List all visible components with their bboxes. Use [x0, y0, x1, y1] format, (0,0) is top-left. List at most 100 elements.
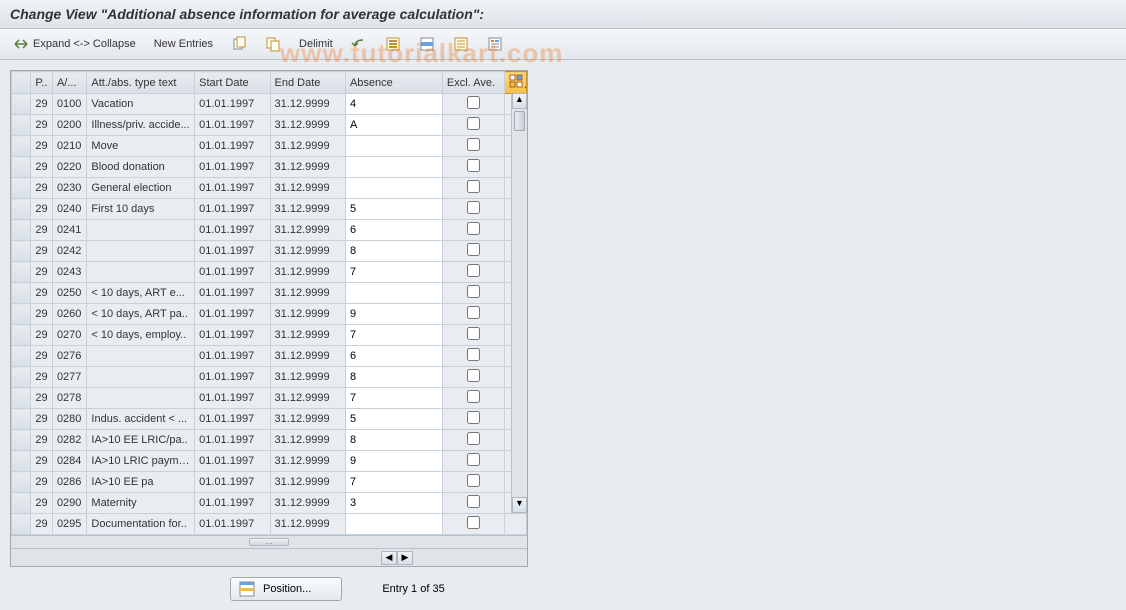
- table-row: 290284IA>10 LRIC payme..01.01.199731.12.…: [12, 451, 527, 472]
- col-header-start[interactable]: Start Date: [195, 72, 270, 94]
- row-selector[interactable]: [12, 304, 31, 325]
- row-selector-header[interactable]: [12, 72, 31, 94]
- col-header-text[interactable]: Att./abs. type text: [87, 72, 195, 94]
- vertical-scrollbar[interactable]: ▲ ▼: [511, 93, 527, 513]
- excl-checkbox[interactable]: [467, 495, 480, 508]
- row-selector[interactable]: [12, 367, 31, 388]
- select-all-button[interactable]: [378, 33, 408, 55]
- col-header-excl[interactable]: Excl. Ave.: [442, 72, 504, 94]
- cell-absence[interactable]: 7: [345, 472, 442, 493]
- table-row: 29027801.01.199731.12.99997: [12, 388, 527, 409]
- excl-checkbox[interactable]: [467, 138, 480, 151]
- cell-absence[interactable]: 6: [345, 220, 442, 241]
- col-header-a[interactable]: A/...: [52, 72, 86, 94]
- select-block-button[interactable]: [412, 33, 442, 55]
- excl-checkbox[interactable]: [467, 222, 480, 235]
- column-resize-handle[interactable]: ⋯: [249, 538, 289, 546]
- copy-button[interactable]: [224, 33, 254, 55]
- row-selector[interactable]: [12, 262, 31, 283]
- excl-checkbox[interactable]: [467, 432, 480, 445]
- cell-absence[interactable]: 7: [345, 388, 442, 409]
- cell-absence[interactable]: 3: [345, 493, 442, 514]
- row-selector[interactable]: [12, 94, 31, 115]
- cell-absence[interactable]: 7: [345, 262, 442, 283]
- row-selector[interactable]: [12, 472, 31, 493]
- entry-info: Entry 1 of 35: [382, 583, 444, 595]
- cell-a: 0210: [52, 136, 86, 157]
- deselect-all-button[interactable]: [446, 33, 476, 55]
- excl-checkbox[interactable]: [467, 369, 480, 382]
- cell-absence[interactable]: 7: [345, 325, 442, 346]
- table-config-button[interactable]: [505, 72, 527, 94]
- excl-checkbox[interactable]: [467, 306, 480, 319]
- cell-absence[interactable]: [345, 283, 442, 304]
- cell-end: 31.12.9999: [270, 157, 345, 178]
- row-selector[interactable]: [12, 115, 31, 136]
- excl-checkbox[interactable]: [467, 453, 480, 466]
- excl-checkbox[interactable]: [467, 180, 480, 193]
- row-selector[interactable]: [12, 136, 31, 157]
- copy-as-button[interactable]: [258, 33, 288, 55]
- row-selector[interactable]: [12, 325, 31, 346]
- position-button[interactable]: Position...: [230, 577, 342, 601]
- excl-checkbox[interactable]: [467, 243, 480, 256]
- cell-absence[interactable]: [345, 178, 442, 199]
- col-header-absence[interactable]: Absence: [345, 72, 442, 94]
- excl-checkbox[interactable]: [467, 201, 480, 214]
- cell-absence[interactable]: 4: [345, 94, 442, 115]
- cell-absence[interactable]: 5: [345, 409, 442, 430]
- excl-checkbox[interactable]: [467, 285, 480, 298]
- expand-collapse-button[interactable]: Expand <-> Collapse: [6, 33, 143, 55]
- excl-checkbox[interactable]: [467, 516, 480, 529]
- new-entries-button[interactable]: New Entries: [147, 35, 220, 53]
- excl-checkbox[interactable]: [467, 117, 480, 130]
- cell-absence[interactable]: A: [345, 115, 442, 136]
- cell-absence[interactable]: 6: [345, 346, 442, 367]
- scroll-thumb[interactable]: [514, 111, 525, 131]
- excl-checkbox[interactable]: [467, 474, 480, 487]
- row-selector[interactable]: [12, 346, 31, 367]
- cell-absence[interactable]: [345, 514, 442, 535]
- undo-button[interactable]: [344, 33, 374, 55]
- scroll-left-button[interactable]: ◀: [381, 551, 397, 565]
- excl-checkbox[interactable]: [467, 96, 480, 109]
- cell-absence[interactable]: 9: [345, 304, 442, 325]
- row-selector[interactable]: [12, 157, 31, 178]
- scroll-down-button[interactable]: ▼: [512, 497, 527, 513]
- cell-a: 0280: [52, 409, 86, 430]
- col-header-end[interactable]: End Date: [270, 72, 345, 94]
- cell-absence[interactable]: 9: [345, 451, 442, 472]
- row-selector[interactable]: [12, 388, 31, 409]
- row-selector[interactable]: [12, 241, 31, 262]
- col-header-p[interactable]: P..: [31, 72, 53, 94]
- cell-start: 01.01.1997: [195, 493, 270, 514]
- excl-checkbox[interactable]: [467, 411, 480, 424]
- scroll-right-button[interactable]: ▶: [397, 551, 413, 565]
- cell-absence[interactable]: [345, 157, 442, 178]
- delimit-button[interactable]: Delimit: [292, 35, 340, 53]
- cell-absence[interactable]: 5: [345, 199, 442, 220]
- excl-checkbox[interactable]: [467, 390, 480, 403]
- cell-absence[interactable]: 8: [345, 430, 442, 451]
- cell-end: 31.12.9999: [270, 388, 345, 409]
- excl-checkbox[interactable]: [467, 327, 480, 340]
- variable-list-button[interactable]: [480, 33, 510, 55]
- row-selector[interactable]: [12, 493, 31, 514]
- row-selector[interactable]: [12, 451, 31, 472]
- row-selector[interactable]: [12, 283, 31, 304]
- scroll-up-button[interactable]: ▲: [512, 93, 527, 109]
- excl-checkbox[interactable]: [467, 348, 480, 361]
- cell-absence[interactable]: 8: [345, 241, 442, 262]
- row-selector[interactable]: [12, 220, 31, 241]
- horizontal-scrollbar[interactable]: ◀ ▶: [11, 548, 527, 566]
- row-selector[interactable]: [12, 430, 31, 451]
- cell-a: 0277: [52, 367, 86, 388]
- row-selector[interactable]: [12, 178, 31, 199]
- row-selector[interactable]: [12, 514, 31, 535]
- excl-checkbox[interactable]: [467, 264, 480, 277]
- row-selector[interactable]: [12, 199, 31, 220]
- excl-checkbox[interactable]: [467, 159, 480, 172]
- cell-absence[interactable]: 8: [345, 367, 442, 388]
- row-selector[interactable]: [12, 409, 31, 430]
- cell-absence[interactable]: [345, 136, 442, 157]
